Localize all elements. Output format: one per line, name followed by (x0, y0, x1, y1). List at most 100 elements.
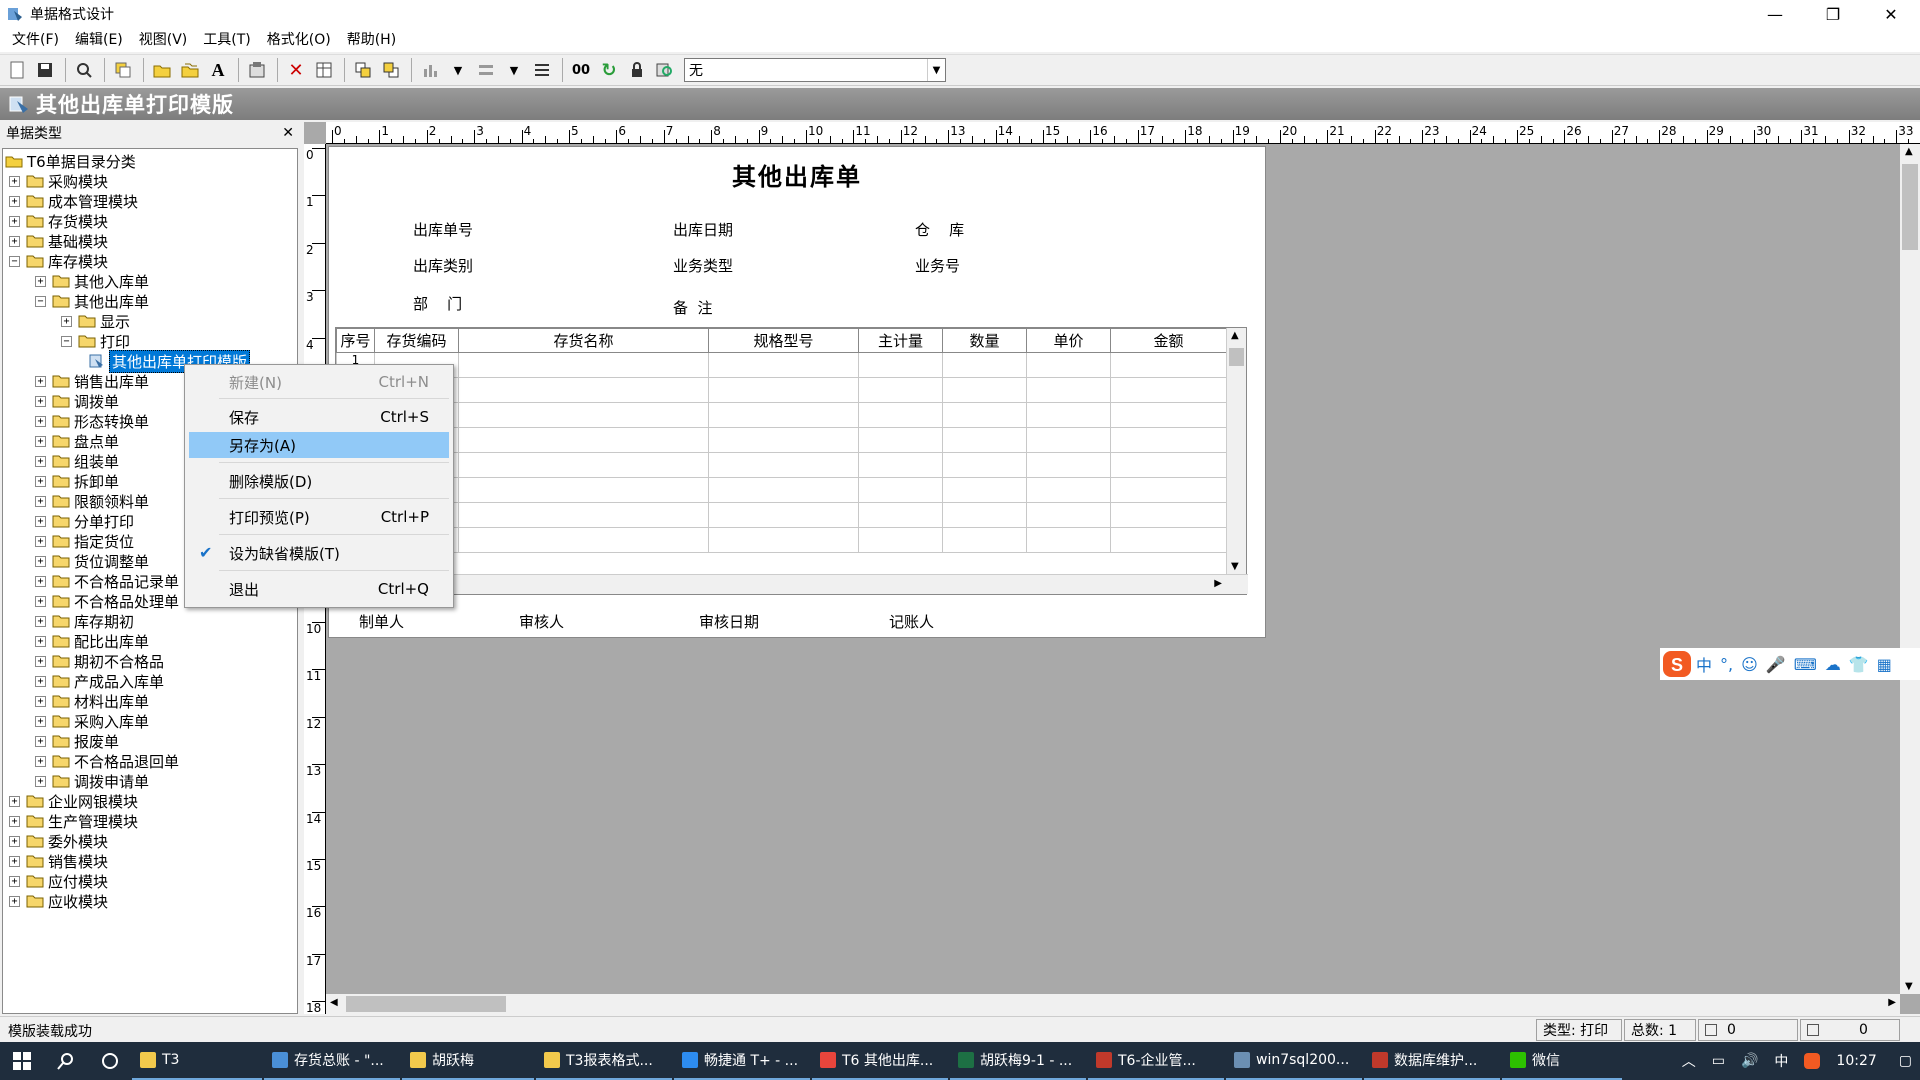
ime-keyboard-icon[interactable]: ⌨ (1794, 655, 1817, 674)
ime-skin-icon[interactable]: 👕 (1849, 655, 1869, 674)
scroll-down-icon[interactable]: ▼ (1231, 561, 1239, 572)
tree-item[interactable]: + 显示 (61, 311, 130, 331)
expand-icon[interactable]: + (35, 635, 46, 647)
table-cell[interactable] (858, 527, 943, 553)
expand-icon[interactable]: + (35, 275, 46, 287)
tree-item[interactable]: + 生产管理模块 (9, 811, 138, 831)
table-cell[interactable] (708, 427, 859, 453)
ime-tools-icon[interactable]: ▦ (1877, 655, 1892, 674)
cortana-icon[interactable] (88, 1042, 132, 1080)
expand-icon[interactable]: + (9, 175, 20, 187)
expand-icon[interactable]: + (35, 495, 46, 507)
font-icon[interactable]: A (205, 57, 231, 83)
expand-icon[interactable]: + (9, 195, 20, 207)
volume-icon[interactable]: 🔊 (1741, 1053, 1758, 1069)
network-icon[interactable]: ▭ (1712, 1053, 1725, 1069)
chevron-up-icon[interactable]: ︿ (1682, 1051, 1696, 1071)
template-select[interactable]: 无 ▼ (684, 58, 946, 82)
expand-icon[interactable]: + (9, 875, 20, 887)
refresh-icon[interactable]: ↻ (596, 57, 622, 83)
table-icon[interactable] (311, 57, 337, 83)
footer-bookkeeper[interactable]: 记账人 (889, 611, 934, 632)
table-cell[interactable] (708, 377, 859, 403)
lines-icon[interactable] (529, 57, 555, 83)
delete-icon[interactable]: ✕ (283, 57, 309, 83)
tree-item[interactable]: + 盘点单 (35, 431, 119, 451)
footer-review-date[interactable]: 审核日期 (699, 611, 759, 632)
menu-item-new[interactable]: 新建(N) Ctrl+N (189, 369, 449, 395)
menu-item-save[interactable]: 保存 Ctrl+S (189, 404, 449, 430)
scroll-right-icon[interactable]: ▶ (1214, 578, 1222, 589)
minimize-button[interactable]: — (1746, 0, 1804, 28)
expand-icon[interactable]: + (35, 775, 46, 787)
tree-item[interactable]: + 基础模块 (9, 231, 108, 251)
column-header[interactable]: 主计量 (858, 328, 943, 353)
expand-icon[interactable]: + (9, 895, 20, 907)
table-cell[interactable] (1026, 352, 1111, 378)
table-cell[interactable] (942, 527, 1027, 553)
field-out-no[interactable]: 出库单号 (413, 219, 473, 240)
menu-help[interactable]: 帮助(H) (339, 28, 404, 52)
ime-voice-icon[interactable]: 🎤 (1766, 655, 1786, 674)
expand-icon[interactable]: + (35, 395, 46, 407)
column-header[interactable]: 数量 (942, 328, 1027, 353)
column-header[interactable]: 规格型号 (708, 328, 859, 353)
ime-chinese-mode[interactable]: 中 (1696, 652, 1712, 676)
menu-item-exit[interactable]: 退出 Ctrl+Q (189, 576, 449, 602)
field-warehouse[interactable]: 仓 库 (915, 219, 964, 240)
properties-icon[interactable] (244, 57, 270, 83)
menu-item-set-default[interactable]: ✔ 设为缺省模版(T) (189, 540, 449, 566)
taskbar-task[interactable]: 胡跃梅 (402, 1042, 534, 1080)
taskbar-task[interactable]: T3 (132, 1042, 262, 1080)
table-cell[interactable] (1110, 377, 1227, 403)
notification-icon[interactable]: ▢ (1899, 1053, 1912, 1069)
taskbar-task[interactable]: T6 其他出库... (812, 1042, 948, 1080)
scroll-left-icon[interactable]: ◀ (330, 997, 338, 1008)
designer-vertical-scrollbar[interactable]: ▲ ▼ (1900, 144, 1920, 994)
expand-icon[interactable]: + (35, 415, 46, 427)
tree-item[interactable]: + 其他入库单 (35, 271, 149, 291)
tree-item[interactable]: − 其他出库单 (35, 291, 149, 311)
expand-icon[interactable]: + (35, 575, 46, 587)
expand-icon[interactable]: + (35, 515, 46, 527)
taskbar-task[interactable]: 畅捷通 T+ - ... (674, 1042, 810, 1080)
table-cell[interactable] (1110, 452, 1227, 478)
tree-item[interactable]: + 销售模块 (9, 851, 108, 871)
table-cell[interactable] (858, 427, 943, 453)
grid-horizontal-scrollbar[interactable]: ▶ (336, 574, 1248, 594)
tree-item[interactable]: + 限额领料单 (35, 491, 149, 511)
taskbar-task[interactable]: 微信 (1502, 1042, 1622, 1080)
tree-item[interactable]: − 打印 (61, 331, 130, 351)
spacing-icon[interactable] (473, 57, 499, 83)
table-cell[interactable] (858, 477, 943, 503)
table-cell[interactable] (708, 527, 859, 553)
tree-item[interactable]: + 指定货位 (35, 531, 134, 551)
expand-icon[interactable]: + (35, 555, 46, 567)
table-cell[interactable] (708, 477, 859, 503)
table-cell[interactable] (942, 377, 1027, 403)
taskbar-task[interactable]: 胡跃梅9-1 - ... (950, 1042, 1086, 1080)
table-cell[interactable] (858, 352, 943, 378)
tree-item[interactable]: + 委外模块 (9, 831, 108, 851)
table-cell[interactable] (458, 377, 709, 403)
menu-view[interactable]: 视图(V) (131, 28, 196, 52)
tree-item[interactable]: + 库存期初 (35, 611, 134, 631)
tree-item[interactable]: + 不合格品记录单 (35, 571, 179, 591)
table-cell[interactable] (1110, 402, 1227, 428)
copy-icon[interactable] (110, 57, 136, 83)
menu-format[interactable]: 格式化(O) (259, 28, 339, 52)
menu-item-save-as[interactable]: 另存为(A) (189, 432, 449, 458)
expand-icon[interactable]: + (35, 615, 46, 627)
tree-item[interactable]: + 货位调整单 (35, 551, 149, 571)
expand-icon[interactable]: + (61, 315, 72, 327)
expand-icon[interactable]: + (35, 695, 46, 707)
tree-item[interactable]: + 材料出库单 (35, 691, 149, 711)
tree-item[interactable]: − 库存模块 (9, 251, 108, 271)
table-cell[interactable] (458, 477, 709, 503)
table-cell[interactable] (942, 402, 1027, 428)
windows-start-icon[interactable] (0, 1042, 44, 1080)
expand-icon[interactable]: + (35, 475, 46, 487)
folders-icon[interactable] (177, 57, 203, 83)
tree-item[interactable]: + 调拨单 (35, 391, 119, 411)
tree-item[interactable]: + 不合格品退回单 (35, 751, 179, 771)
